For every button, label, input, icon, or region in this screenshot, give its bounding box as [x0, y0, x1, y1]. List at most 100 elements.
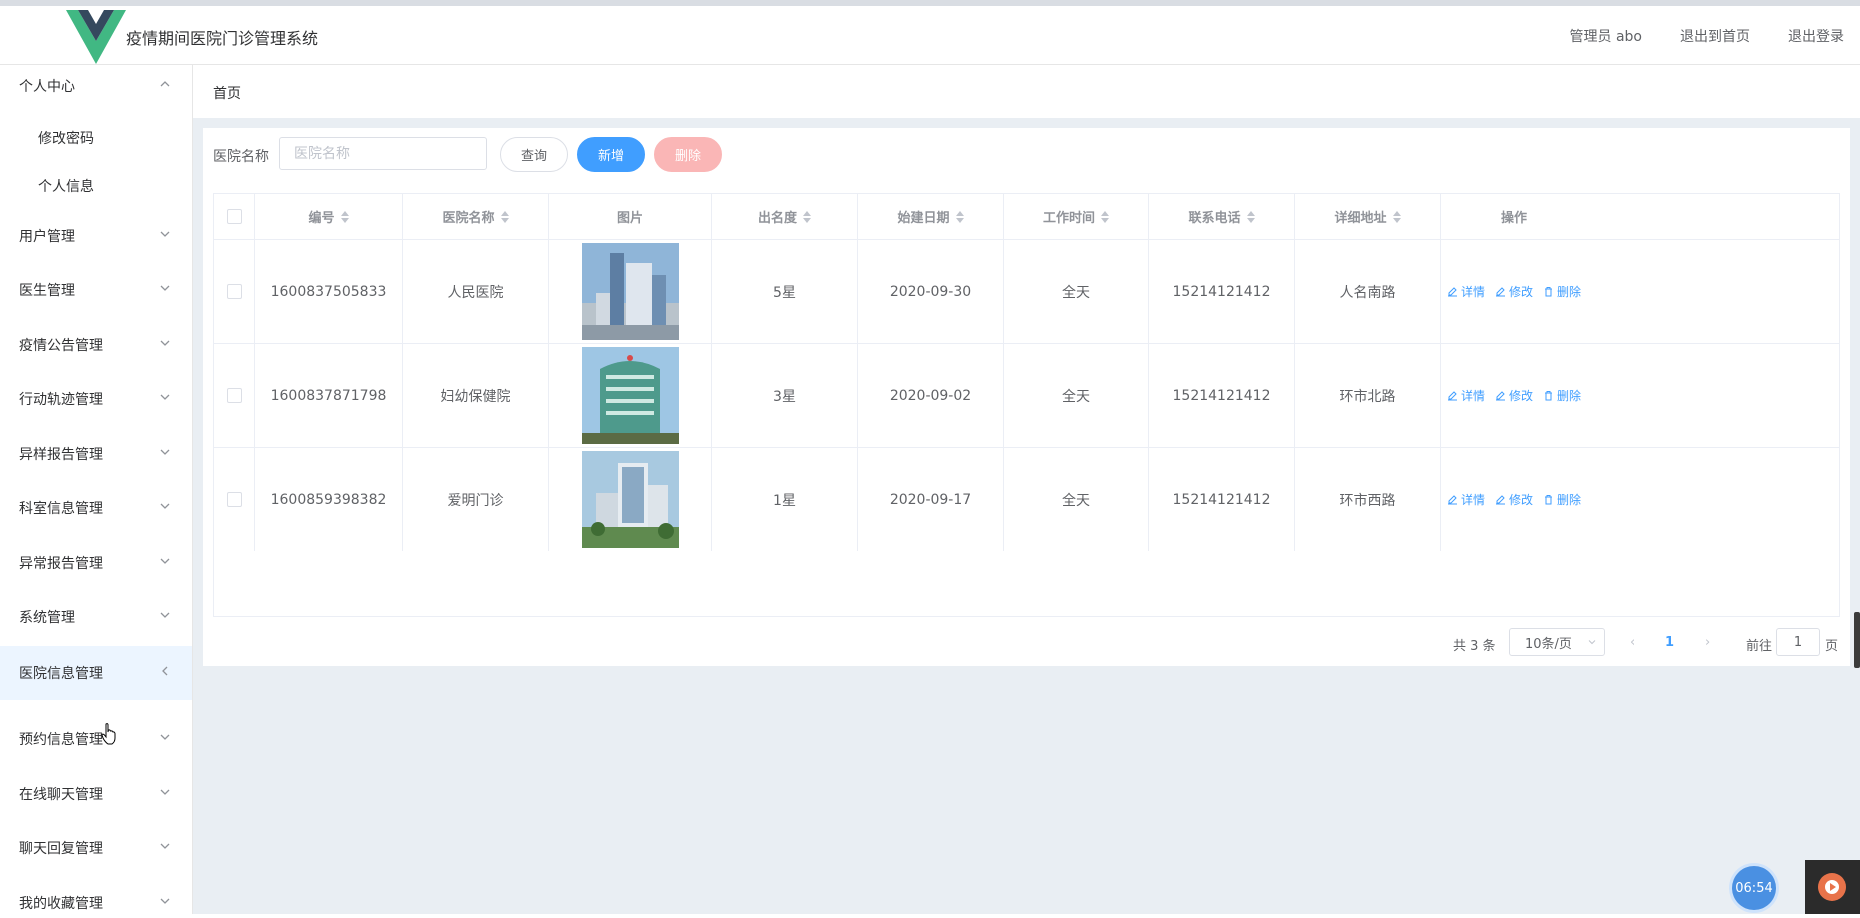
edit-icon — [1495, 495, 1505, 505]
cell-fame: 5星 — [712, 240, 858, 343]
cell-actions: 详情 修改 删除 — [1441, 240, 1587, 343]
sidebar-item-favorites[interactable]: 我的收藏管理 — [0, 876, 192, 914]
column-header-name[interactable]: 医院名称 — [403, 194, 549, 239]
sort-icon[interactable] — [1101, 210, 1109, 223]
edit-button[interactable]: 修改 — [1495, 283, 1533, 300]
detail-button[interactable]: 详情 — [1447, 387, 1485, 404]
next-page-button[interactable]: › — [1705, 635, 1710, 650]
row-delete-button[interactable]: 删除 — [1543, 387, 1581, 404]
column-header-built-date[interactable]: 始建日期 — [858, 194, 1004, 239]
detail-label: 详情 — [1460, 285, 1485, 299]
sidebar-item-label: 修改密码 — [38, 131, 94, 147]
sidebar-item-appointment[interactable]: 预约信息管理 — [0, 712, 192, 766]
chevron-down-icon — [160, 449, 170, 455]
sort-icon[interactable] — [340, 210, 349, 223]
sort-icon[interactable] — [955, 210, 964, 223]
sidebar-item-label: 用户管理 — [19, 229, 75, 245]
row-checkbox[interactable] — [226, 388, 242, 403]
cell-id: 1600859398382 — [255, 448, 403, 551]
cell-id: 1600837871798 — [255, 344, 403, 447]
sidebar-item-online-chat[interactable]: 在线聊天管理 — [0, 767, 192, 821]
edit-icon — [1495, 287, 1505, 297]
exit-to-home-link[interactable]: 退出到首页 — [1680, 26, 1750, 46]
column-header-phone[interactable]: 联系电话 — [1149, 194, 1295, 239]
recording-timer[interactable]: 06:54 — [1732, 866, 1776, 910]
column-header-label: 编号 — [308, 211, 335, 226]
hospital-photo-3[interactable] — [581, 451, 679, 548]
add-button[interactable]: 新增 — [577, 137, 645, 172]
app-title: 疫情期间医院门诊管理系统 — [126, 29, 319, 48]
sidebar-item-user-mgmt[interactable]: 用户管理 — [0, 209, 192, 263]
sidebar: 个人中心 修改密码 个人信息 用户管理 医生管理 疫情公告管理 行动轨迹管理 异… — [0, 65, 193, 914]
sort-icon[interactable] — [500, 210, 509, 223]
sidebar-item-system[interactable]: 系统管理 — [0, 590, 192, 644]
sidebar-item-trajectory[interactable]: 行动轨迹管理 — [0, 372, 192, 426]
hospital-photo-1[interactable] — [581, 243, 679, 340]
column-header-label: 出名度 — [757, 211, 797, 226]
sidebar-item-chat-reply[interactable]: 聊天回复管理 — [0, 821, 192, 875]
prev-page-button[interactable]: ‹ — [1630, 635, 1635, 650]
edit-icon — [1447, 287, 1457, 297]
page-number-current[interactable]: 1 — [1665, 635, 1674, 650]
row-delete-button[interactable]: 删除 — [1543, 491, 1581, 508]
breadcrumb: 首页 — [193, 65, 1860, 118]
column-header-fame[interactable]: 出名度 — [712, 194, 858, 239]
logout-link[interactable]: 退出登录 — [1788, 26, 1844, 46]
breadcrumb-home[interactable]: 首页 — [213, 83, 241, 103]
sidebar-item-department[interactable]: 科室信息管理 — [0, 481, 192, 535]
row-checkbox[interactable] — [226, 492, 242, 507]
sidebar-item-personal-center[interactable]: 个人中心 — [0, 65, 192, 113]
chevron-down-icon — [160, 285, 170, 291]
row-checkbox[interactable] — [226, 284, 242, 299]
select-all-checkbox[interactable] — [226, 209, 242, 224]
row-delete-button[interactable]: 删除 — [1543, 283, 1581, 300]
edit-button[interactable]: 修改 — [1495, 387, 1533, 404]
recorder-widget[interactable] — [1805, 860, 1860, 914]
chevron-down-icon — [160, 231, 170, 237]
column-header-address[interactable]: 详细地址 — [1295, 194, 1441, 239]
sort-icon[interactable] — [803, 210, 811, 223]
sidebar-item-label: 医生管理 — [19, 283, 75, 299]
chevron-down-icon — [160, 789, 170, 795]
column-header-image: 图片 — [549, 194, 712, 239]
sidebar-item-anomaly-report[interactable]: 异样报告管理 — [0, 427, 192, 481]
sidebar-item-label: 个人中心 — [19, 79, 75, 95]
sidebar-item-change-password[interactable]: 修改密码 — [0, 111, 192, 165]
chevron-down-icon — [160, 898, 170, 904]
sidebar-item-label: 个人信息 — [38, 179, 94, 195]
trash-icon — [1545, 287, 1552, 297]
column-header-work-hours[interactable]: 工作时间 — [1004, 194, 1149, 239]
detail-button[interactable]: 详情 — [1447, 283, 1485, 300]
column-header-id[interactable]: 编号 — [255, 194, 403, 239]
sidebar-item-label: 异常报告管理 — [19, 556, 103, 572]
pagination-total: 共 3 条 — [1453, 639, 1496, 654]
page-size-select[interactable]: 10条/页 — [1509, 628, 1605, 656]
sidebar-item-doctor-mgmt[interactable]: 医生管理 — [0, 263, 192, 317]
edit-button[interactable]: 修改 — [1495, 491, 1533, 508]
side-scroll-handle[interactable] — [1854, 612, 1860, 668]
edit-icon — [1447, 495, 1457, 505]
detail-button[interactable]: 详情 — [1447, 491, 1485, 508]
sidebar-item-label: 医院信息管理 — [19, 666, 103, 682]
sort-icon[interactable] — [1246, 210, 1255, 223]
sort-icon[interactable] — [1392, 210, 1401, 223]
sidebar-item-abnormal-report[interactable]: 异常报告管理 — [0, 536, 192, 590]
hospital-name-search-input[interactable] — [279, 137, 487, 170]
sidebar-item-epidemic-notice[interactable]: 疫情公告管理 — [0, 318, 192, 372]
goto-page-input[interactable] — [1776, 628, 1820, 656]
query-button[interactable]: 查询 — [500, 137, 568, 172]
cell-name: 人民医院 — [403, 240, 549, 343]
column-header-label: 详细地址 — [1334, 211, 1387, 226]
hospital-photo-2[interactable] — [581, 347, 679, 444]
chevron-down-icon — [160, 612, 170, 618]
sidebar-item-personal-info[interactable]: 个人信息 — [0, 159, 192, 213]
app-header: 疫情期间医院门诊管理系统 管理员 abo 退出到首页 退出登录 — [0, 6, 1860, 65]
sidebar-item-hospital-info[interactable]: 医院信息管理 — [0, 646, 192, 700]
chevron-down-icon — [1588, 640, 1596, 645]
detail-label: 详情 — [1460, 493, 1485, 507]
cell-address: 环市北路 — [1295, 344, 1441, 447]
delete-label: 删除 — [1557, 285, 1582, 299]
delete-button[interactable]: 删除 — [654, 137, 722, 172]
chevron-down-icon — [160, 503, 170, 509]
column-header-actions: 操作 — [1441, 194, 1587, 239]
